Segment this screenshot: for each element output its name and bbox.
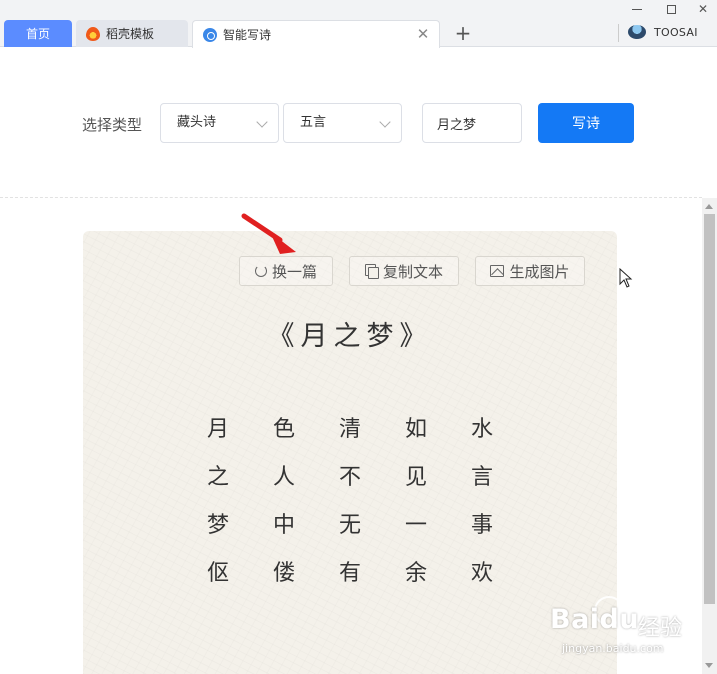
write-poem-button[interactable]: 写诗 [538, 103, 634, 143]
poem-char: 人 [272, 465, 295, 490]
copy-icon [364, 264, 379, 279]
maximize-button[interactable] [656, 0, 686, 20]
poem-char: 不 [338, 465, 361, 490]
poem-char: 见 [404, 465, 427, 490]
tab-templates[interactable]: 稻壳模板 [76, 20, 188, 47]
tab-templates-label: 稻壳模板 [106, 27, 155, 41]
poem-char: 偻 [272, 561, 295, 586]
poem-title: 《月之梦》 [267, 321, 433, 352]
poem-char: 月 [206, 417, 229, 442]
tab-poem-writer[interactable]: 智能写诗 ✕ [192, 20, 440, 48]
poem-char: 伛 [206, 561, 229, 586]
poem-title-input[interactable] [422, 103, 522, 143]
tab-home-label: 首页 [25, 27, 50, 41]
annotation-arrow-icon [241, 213, 296, 254]
avatar[interactable] [628, 25, 646, 39]
poem-card: 换一篇 复制文本 生成图片 《月之梦》 月 色 清 如 水 之 人 不 见 言 … [83, 231, 617, 674]
scrollbar-thumb[interactable] [704, 214, 715, 604]
line-length-select[interactable]: 五言 [283, 103, 402, 143]
minimize-button[interactable] [622, 0, 652, 20]
poem-char: 无 [338, 513, 361, 538]
poem-type-select[interactable]: 藏头诗 [160, 103, 279, 143]
poem-char: 梦 [206, 513, 229, 538]
poem-char: 如 [404, 417, 427, 442]
line-length-value: 五言 [300, 115, 327, 130]
type-label: 选择类型 [82, 116, 143, 134]
tab-bar: 首页 稻壳模板 智能写诗 ✕ + ✕ TOOSAI [0, 0, 717, 48]
poem-char: 一 [404, 513, 427, 538]
maximize-icon [666, 5, 676, 14]
poem-char: 言 [470, 465, 493, 490]
poem-char: 欢 [470, 561, 493, 586]
window-close-button[interactable]: ✕ [688, 0, 717, 20]
poem-char: 之 [206, 465, 229, 490]
minimize-icon [632, 9, 642, 10]
close-icon[interactable]: ✕ [415, 26, 431, 42]
poem-body: 月 色 清 如 水 之 人 不 见 言 梦 中 无 一 事 伛 偻 有 余 欢 [200, 417, 530, 609]
generate-image-button[interactable]: 生成图片 [475, 256, 585, 286]
divider [0, 197, 702, 198]
generate-image-label: 生成图片 [509, 262, 570, 281]
tab-poem-writer-label: 智能写诗 [223, 28, 272, 42]
user-name[interactable]: TOOSAI [654, 26, 698, 39]
copy-text-button[interactable]: 复制文本 [349, 256, 459, 286]
poem-char: 清 [338, 417, 361, 442]
poem-char: 事 [470, 513, 493, 538]
poem-app-icon [203, 27, 217, 42]
image-icon [490, 265, 505, 277]
poem-char: 有 [338, 561, 361, 586]
new-tab-button[interactable]: + [452, 22, 474, 44]
chevron-down-icon [379, 116, 391, 128]
regenerate-label: 换一篇 [271, 262, 317, 281]
poem-type-value: 藏头诗 [177, 115, 217, 130]
divider [618, 24, 619, 42]
chevron-down-icon [256, 116, 268, 128]
regenerate-button[interactable]: 换一篇 [239, 256, 333, 286]
poem-char: 水 [470, 417, 493, 442]
scroll-up-icon[interactable] [705, 204, 713, 209]
scroll-down-icon[interactable] [705, 663, 713, 668]
poem-char: 余 [404, 561, 427, 586]
mouse-cursor-icon [619, 268, 633, 288]
poem-char: 色 [272, 417, 295, 442]
tab-home[interactable]: 首页 [4, 20, 72, 47]
watermark-logo: Baidu [550, 604, 640, 635]
poem-char: 中 [272, 513, 295, 538]
watermark-sub: 经验 [638, 616, 683, 641]
flame-icon [86, 26, 100, 41]
copy-text-label: 复制文本 [382, 262, 443, 281]
refresh-icon [254, 265, 267, 277]
watermark: Baidu 经验 jingyan.baidu.com [548, 592, 708, 662]
watermark-url: jingyan.baidu.com [562, 642, 664, 655]
